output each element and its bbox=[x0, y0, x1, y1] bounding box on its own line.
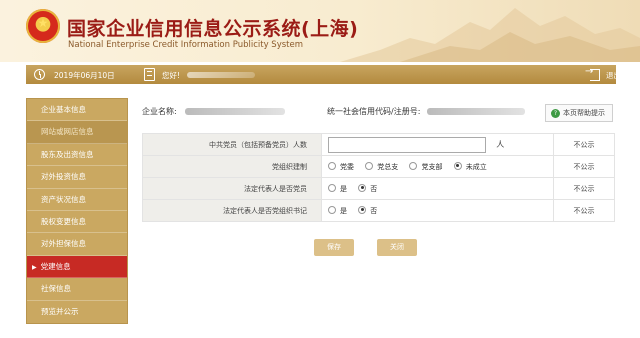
party-organization-label: 党组织建制 bbox=[142, 155, 322, 178]
party-info-form: 中共党员（包括预备党员）人数 人 不公示 党组织建制 党委 党总支 党支部 未成… bbox=[142, 133, 615, 222]
rep-is-secretary-label: 法定代表人是否党组织书记 bbox=[142, 199, 322, 222]
sidebar-item-website-info[interactable]: 网站或网店信息 bbox=[27, 121, 127, 144]
company-name-row: 企业名称: bbox=[142, 106, 286, 117]
option-branch[interactable]: 党支部 bbox=[409, 161, 443, 172]
sidebar-item-label: 对外投资信息 bbox=[41, 172, 86, 182]
sidebar-item-label: 社保信息 bbox=[41, 284, 71, 294]
radio-icon bbox=[328, 183, 336, 192]
unit-label: 人 bbox=[496, 140, 505, 149]
sidebar-item-preview-publish[interactable]: 预览并公示 bbox=[27, 301, 127, 323]
sidebar-item-label: 资产状况信息 bbox=[41, 194, 86, 204]
sidebar-item-equity-change[interactable]: 股权变更信息 bbox=[27, 211, 127, 234]
sidebar-item-assets-info[interactable]: 资产状况信息 bbox=[27, 189, 127, 211]
option-label: 否 bbox=[370, 206, 378, 215]
help-icon: ? bbox=[551, 109, 560, 118]
close-button[interactable]: 关闭 bbox=[377, 239, 417, 256]
radio-icon bbox=[328, 161, 336, 170]
party-members-input[interactable] bbox=[328, 136, 486, 153]
sidebar-item-label: 网站或网店信息 bbox=[41, 127, 94, 137]
site-subtitle: National Enterprise Credit Information P… bbox=[68, 40, 303, 50]
sidebar-item-social-security[interactable]: 社保信息 bbox=[27, 278, 127, 301]
sidebar-item-basic-info[interactable]: 企业基本信息 bbox=[27, 99, 127, 122]
form-row-party-organization: 党组织建制 党委 党总支 党支部 未成立 不公示 bbox=[142, 155, 615, 178]
option-no[interactable]: 否 bbox=[358, 205, 378, 216]
info-bar: 2019年06月10日 您好! 退出登录 bbox=[26, 65, 636, 84]
sidebar-item-label: 股东及出资信息 bbox=[41, 149, 94, 159]
option-label: 未成立 bbox=[465, 162, 487, 171]
party-members-label: 中共党员（包括预备党员）人数 bbox=[142, 133, 322, 156]
option-general-branch[interactable]: 党总支 bbox=[365, 161, 399, 172]
option-label: 否 bbox=[370, 184, 378, 193]
publicity-status: 不公示 bbox=[553, 177, 615, 200]
option-not-established[interactable]: 未成立 bbox=[453, 161, 487, 172]
page-help-button[interactable]: ? 本页帮助提示 bbox=[545, 104, 613, 122]
sidebar-item-investment-info[interactable]: 对外投资信息 bbox=[27, 166, 127, 189]
sidebar-item-label: 企业基本信息 bbox=[41, 105, 86, 114]
help-label: 本页帮助提示 bbox=[563, 109, 605, 117]
credit-code-row: 统一社会信用代码/注册号: bbox=[327, 106, 525, 117]
form-row-rep-is-secretary: 法定代表人是否党组织书记 是 否 不公示 bbox=[142, 199, 615, 222]
radio-selected-icon bbox=[358, 205, 367, 214]
sidebar-nav: 企业基本信息 网站或网店信息 股东及出资信息 对外投资信息 资产状况信息 股权变… bbox=[26, 98, 128, 324]
credit-code-label: 统一社会信用代码/注册号: bbox=[327, 107, 421, 116]
rep-is-member-label: 法定代表人是否党员 bbox=[142, 177, 322, 200]
option-no[interactable]: 否 bbox=[358, 183, 378, 194]
option-label: 党总支 bbox=[377, 162, 399, 171]
current-date: 2019年06月10日 bbox=[54, 71, 115, 80]
logout-label: 退出登录 bbox=[606, 71, 636, 80]
mountain-decoration bbox=[340, 8, 640, 62]
id-card-icon bbox=[144, 68, 155, 81]
blurred-credit-code bbox=[426, 108, 525, 115]
site-title: 国家企业信用信息公示系统(上海) bbox=[67, 18, 359, 40]
option-yes[interactable]: 是 bbox=[328, 183, 347, 194]
sidebar-item-guarantee-info[interactable]: 对外担保信息 bbox=[27, 233, 127, 256]
option-party-committee[interactable]: 党委 bbox=[328, 161, 354, 172]
option-label: 是 bbox=[340, 206, 347, 215]
radio-icon bbox=[409, 161, 418, 170]
blurred-company-name bbox=[185, 108, 286, 115]
publicity-status: 不公示 bbox=[553, 155, 615, 178]
sidebar-item-label: 股权变更信息 bbox=[41, 216, 86, 226]
active-arrow-icon: ▶ bbox=[32, 263, 37, 271]
sidebar-item-party-building[interactable]: ▶ 党建信息 bbox=[27, 255, 127, 279]
radio-icon bbox=[365, 161, 374, 170]
publicity-status: 不公示 bbox=[553, 199, 615, 222]
option-label: 是 bbox=[340, 184, 347, 193]
save-button[interactable]: 保存 bbox=[314, 239, 354, 256]
national-emblem-icon: ★ bbox=[26, 9, 60, 43]
sidebar-item-label: 党建信息 bbox=[40, 261, 71, 271]
blurred-username bbox=[187, 72, 255, 78]
publicity-status: 不公示 bbox=[553, 133, 615, 156]
option-label: 党委 bbox=[340, 162, 354, 171]
radio-selected-icon bbox=[358, 183, 367, 192]
option-label: 党支部 bbox=[421, 162, 443, 171]
company-name-label: 企业名称: bbox=[142, 107, 177, 116]
clock-icon bbox=[34, 69, 45, 80]
sidebar-item-shareholder-info[interactable]: 股东及出资信息 bbox=[27, 144, 127, 167]
sidebar-item-label: 预览并公示 bbox=[41, 306, 79, 316]
option-yes[interactable]: 是 bbox=[328, 205, 347, 216]
sidebar-item-label: 对外担保信息 bbox=[41, 239, 86, 249]
form-row-party-members: 中共党员（包括预备党员）人数 人 不公示 bbox=[142, 133, 615, 156]
greeting-text: 您好! bbox=[162, 71, 181, 80]
radio-selected-icon bbox=[453, 161, 462, 170]
exit-icon bbox=[585, 66, 600, 81]
radio-icon bbox=[328, 205, 336, 214]
page-header: ★ 国家企业信用信息公示系统(上海) National Enterprise C… bbox=[0, 0, 640, 62]
form-row-rep-is-member: 法定代表人是否党员 是 否 不公示 bbox=[142, 177, 615, 200]
